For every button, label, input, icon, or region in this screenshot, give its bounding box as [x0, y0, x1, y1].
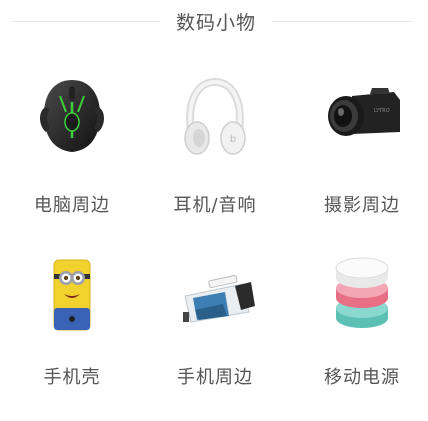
category-label: 移动电源: [324, 367, 400, 388]
phone-lens-clip-icon: [183, 275, 255, 323]
camera-lens-icon: LYTRO: [328, 88, 400, 136]
category-computer-accessories[interactable]: 电脑周边: [2, 52, 142, 227]
power-bank-icon: [335, 257, 389, 328]
gaming-mouse-icon: [40, 80, 104, 152]
category-label: 摄影周边: [324, 195, 400, 216]
category-phone-accessories[interactable]: 手机周边: [145, 230, 285, 405]
category-photography-accessories[interactable]: LYTRO 摄影周边: [292, 52, 428, 227]
svg-text:LYTRO: LYTRO: [374, 108, 390, 114]
header-divider-left: [12, 21, 160, 22]
category-label: 手机壳: [43, 367, 101, 388]
header-divider-right: [272, 21, 412, 22]
phone-case-icon: [53, 259, 91, 331]
svg-text:b: b: [230, 134, 236, 145]
category-phone-cases[interactable]: 手机壳: [2, 230, 142, 405]
category-headphones-speakers[interactable]: b 耳机/音响: [145, 52, 285, 227]
category-label: 手机周边: [177, 367, 253, 388]
category-power-banks[interactable]: 移动电源: [292, 230, 428, 405]
headphones-icon: b: [184, 77, 246, 155]
category-label: 电脑周边: [34, 195, 110, 216]
category-label: 耳机/音响: [173, 195, 257, 216]
section-title: 数码小物: [175, 12, 256, 34]
section-header: 数码小物: [0, 0, 428, 40]
